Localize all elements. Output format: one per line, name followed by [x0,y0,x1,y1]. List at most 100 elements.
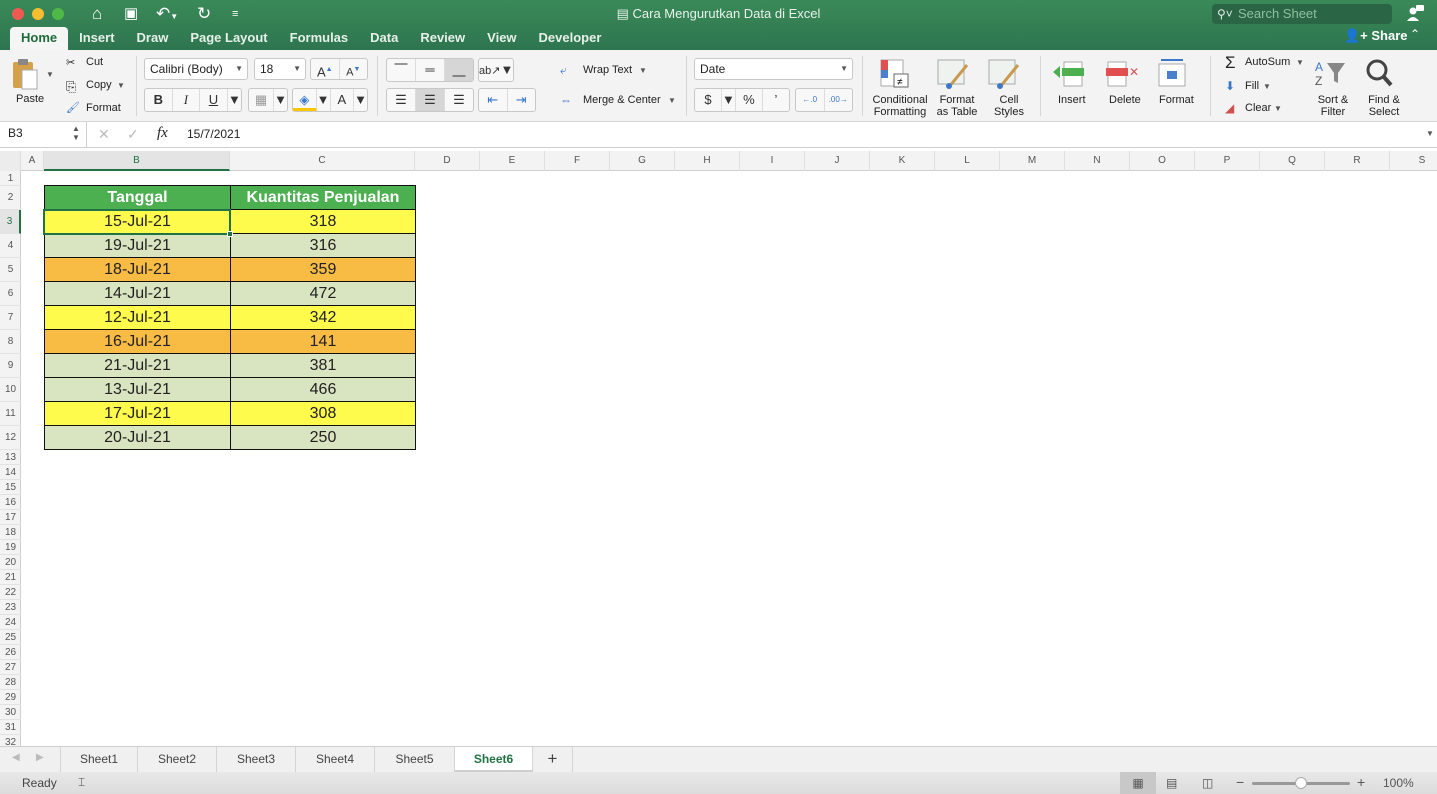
zoom-level[interactable]: 100% [1383,776,1414,790]
tab-review[interactable]: Review [409,27,476,50]
sheet-tab[interactable]: Sheet4 [296,747,375,772]
quantity-cell[interactable]: 342 [230,305,416,330]
find-select-icon[interactable] [1365,58,1397,88]
row-header[interactable]: 27 [0,660,21,675]
column-header[interactable]: O [1130,151,1195,171]
formula-input[interactable]: 15/7/2021 [187,127,240,141]
currency-button[interactable]: $ [695,89,723,111]
row-header[interactable]: 17 [0,510,21,525]
tab-data[interactable]: Data [359,27,409,50]
select-all-corner[interactable] [0,151,21,171]
decrease-decimal-icon[interactable]: .00→ [825,89,853,111]
page-break-view-icon[interactable]: ◫ [1202,772,1218,794]
quantity-cell[interactable]: 359 [230,257,416,282]
fill-handle[interactable] [227,231,233,237]
quantity-cell[interactable]: 141 [230,329,416,354]
header-cell-tanggal[interactable]: Tanggal [44,185,231,210]
date-cell[interactable]: 15-Jul-21 [44,209,231,234]
conditional-formatting-icon[interactable]: ≠ [880,59,912,89]
sheet-tab[interactable]: Sheet1 [60,747,138,772]
cell-styles-button[interactable]: Cell Styles [988,94,1030,118]
tab-formulas[interactable]: Formulas [279,27,360,50]
cell-styles-icon[interactable] [988,59,1022,89]
chevron-down-icon[interactable]: ▼ [1263,82,1271,91]
increase-font-size-icon[interactable]: A▲ [311,59,340,79]
row-header[interactable]: 29 [0,690,21,705]
fill-button[interactable]: Fill [1245,80,1259,92]
header-cell-kuantitas[interactable]: Kuantitas Penjualan [230,185,416,210]
row-header[interactable]: 25 [0,630,21,645]
chevron-down-icon[interactable]: ▼ [722,89,736,111]
paste-dropdown-icon[interactable]: ▼ [46,70,54,79]
merge-center-button[interactable]: Merge & Center [583,94,661,106]
chevron-down-icon[interactable]: ▼ [1296,58,1304,67]
borders-button[interactable]: ▦ ▼ [248,88,288,112]
comma-button[interactable]: ’ [763,89,789,111]
date-cell[interactable]: 21-Jul-21 [44,353,231,378]
copy-dropdown-icon[interactable]: ▼ [117,81,125,90]
quantity-cell[interactable]: 472 [230,281,416,306]
collapse-ribbon-icon[interactable]: ⌃ [1410,27,1420,41]
row-header[interactable]: 14 [0,465,21,480]
row-header[interactable]: 20 [0,555,21,570]
row-header[interactable]: 31 [0,720,21,735]
format-as-table-button[interactable]: Format as Table [934,94,980,118]
column-header[interactable]: C [230,151,415,171]
italic-button[interactable]: I [173,89,201,111]
fill-color-icon[interactable]: ◈ [293,89,317,111]
wrap-text-button[interactable]: Wrap Text [583,64,632,76]
row-header[interactable]: 23 [0,600,21,615]
column-header[interactable]: G [610,151,675,171]
format-painter-button[interactable]: Format [86,102,121,114]
row-header[interactable]: 21 [0,570,21,585]
font-name-select[interactable]: Calibri (Body) ▼ [144,58,248,80]
chevron-down-icon[interactable]: ▼ [668,96,676,105]
chevron-down-icon[interactable]: ▼ [1274,104,1282,113]
column-header[interactable]: K [870,151,935,171]
row-header[interactable]: 4 [0,234,21,258]
quantity-cell[interactable]: 316 [230,233,416,258]
scroll-sheets-right-icon[interactable]: ▶ [36,752,44,763]
merge-icon[interactable]: ⇔ [560,93,572,107]
zoom-out-button[interactable]: − [1236,774,1244,790]
date-cell[interactable]: 16-Jul-21 [44,329,231,354]
row-header[interactable]: 26 [0,645,21,660]
column-header[interactable]: D [415,151,480,171]
row-header[interactable]: 22 [0,585,21,600]
cut-button[interactable]: Cut [86,56,103,68]
column-header[interactable]: R [1325,151,1390,171]
insert-cells-icon[interactable] [1052,60,1086,88]
sort-filter-icon[interactable]: AZ [1313,59,1353,89]
decrease-font-size-icon[interactable]: A▼ [340,59,368,79]
sheet-tab[interactable]: Sheet5 [375,747,455,772]
wrap-text-icon[interactable]: ⤶ [560,63,567,78]
row-header[interactable]: 16 [0,495,21,510]
row-header[interactable]: 11 [0,402,21,426]
format-as-table-icon[interactable] [937,59,971,89]
align-middle-icon[interactable]: ═ [416,59,445,81]
column-header[interactable]: M [1000,151,1065,171]
date-cell[interactable]: 13-Jul-21 [44,377,231,402]
comments-icon[interactable] [1406,5,1424,21]
scroll-sheets-left-icon[interactable]: ◀ [12,752,20,763]
row-header[interactable]: 6 [0,282,21,306]
align-right-icon[interactable]: ☰ [445,89,473,111]
quantity-cell[interactable]: 250 [230,425,416,450]
row-header[interactable]: 13 [0,450,21,465]
orientation-button[interactable]: ab↗▼ [478,58,514,82]
align-center-icon[interactable]: ☰ [416,89,445,111]
zoom-slider-thumb[interactable] [1295,777,1307,789]
delete-cells-button[interactable]: Delete [1109,94,1141,106]
date-cell[interactable]: 17-Jul-21 [44,401,231,426]
eraser-icon[interactable]: ◢ [1225,101,1234,115]
date-cell[interactable]: 20-Jul-21 [44,425,231,450]
font-color-icon[interactable]: A [331,89,355,111]
sheet-tab-active[interactable]: Sheet6 [455,747,533,772]
macro-recording-icon[interactable]: ⌶ [78,775,85,790]
column-header[interactable]: I [740,151,805,171]
date-cell[interactable]: 19-Jul-21 [44,233,231,258]
zoom-slider[interactable] [1252,777,1350,789]
sort-filter-button[interactable]: Sort & Filter [1312,94,1354,118]
increase-decimal-icon[interactable]: ←.0 [796,89,825,111]
date-cell[interactable]: 12-Jul-21 [44,305,231,330]
